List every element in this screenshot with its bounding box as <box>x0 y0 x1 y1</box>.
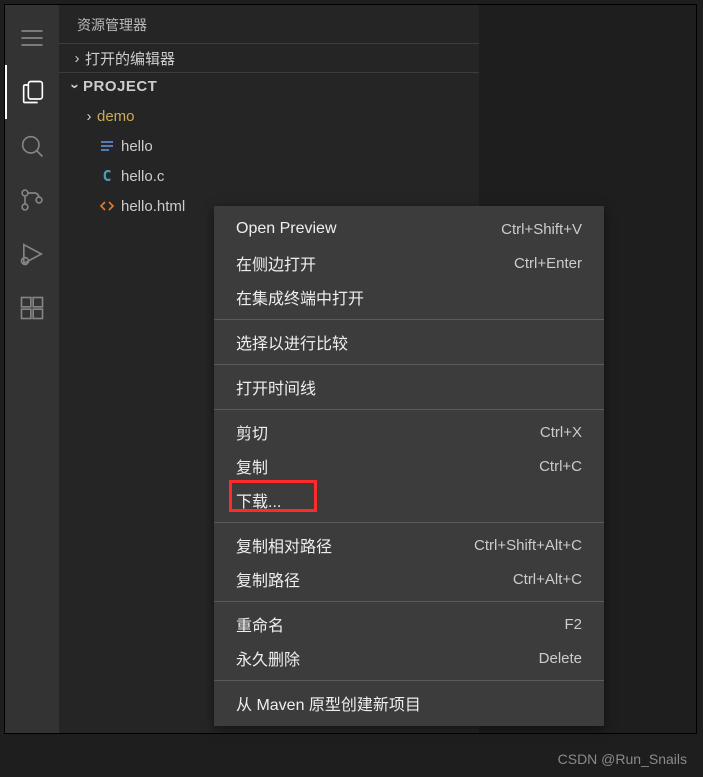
context-menu-item[interactable]: 复制 Ctrl+C <box>214 449 604 483</box>
context-menu-label: 复制 <box>236 454 268 478</box>
source-control-icon[interactable] <box>5 173 59 227</box>
context-menu-shortcut: Ctrl+Enter <box>514 255 582 272</box>
context-menu-item[interactable]: 从 Maven 原型创建新项目 <box>214 686 604 720</box>
context-menu-item[interactable]: 打开时间线 <box>214 370 604 404</box>
context-menu-label: Open Preview <box>236 220 337 238</box>
text-file-icon <box>97 138 117 154</box>
context-menu-separator <box>214 522 604 523</box>
context-menu-label: 下载... <box>236 488 281 512</box>
context-menu: Open PreviewCtrl+Shift+V在侧边打开Ctrl+Enter在… <box>214 206 604 726</box>
context-menu-item[interactable]: 在侧边打开 Ctrl+Enter <box>214 246 604 280</box>
explorer-icon[interactable] <box>5 65 59 119</box>
chevron-right-icon: › <box>69 50 85 67</box>
explorer-title: 资源管理器 <box>77 15 147 35</box>
debug-icon[interactable] <box>5 227 59 281</box>
context-menu-item[interactable]: 永久删除 Delete <box>214 641 604 675</box>
context-menu-label: 从 Maven 原型创建新项目 <box>236 691 421 715</box>
context-menu-shortcut: F2 <box>564 616 582 633</box>
context-menu-shortcut: Ctrl+Alt+C <box>513 571 582 588</box>
project-label: PROJECT <box>83 78 157 95</box>
c-file-icon: C <box>97 167 117 185</box>
context-menu-item[interactable]: 下载... <box>214 483 604 517</box>
extensions-icon[interactable] <box>5 281 59 335</box>
context-menu-separator <box>214 364 604 365</box>
open-editors-label: 打开的编辑器 <box>85 48 175 69</box>
chevron-right-icon: › <box>81 108 97 125</box>
context-menu-shortcut: Delete <box>539 650 582 667</box>
activity-bar <box>5 5 59 733</box>
context-menu-label: 选择以进行比较 <box>236 330 348 354</box>
context-menu-separator <box>214 601 604 602</box>
context-menu-item[interactable]: 复制路径 Ctrl+Alt+C <box>214 562 604 596</box>
context-menu-label: 在侧边打开 <box>236 251 316 275</box>
context-menu-shortcut: Ctrl+Shift+V <box>501 221 582 238</box>
context-menu-item[interactable]: 重命名 F2 <box>214 607 604 641</box>
context-menu-separator <box>214 319 604 320</box>
context-menu-label: 剪切 <box>236 420 268 444</box>
context-menu-shortcut: Ctrl+X <box>540 424 582 441</box>
context-menu-item[interactable]: 复制相对路径 Ctrl+Shift+Alt+C <box>214 528 604 562</box>
context-menu-label: 复制相对路径 <box>236 533 332 557</box>
context-menu-label: 重命名 <box>236 612 284 636</box>
context-menu-item[interactable]: 在集成终端中打开 <box>214 280 604 314</box>
context-menu-label: 永久删除 <box>236 646 300 670</box>
context-menu-label: 打开时间线 <box>236 375 316 399</box>
context-menu-item[interactable]: 选择以进行比较 <box>214 325 604 359</box>
context-menu-item[interactable]: Open Preview Ctrl+Shift+V <box>214 212 604 246</box>
chevron-down-icon: › <box>67 78 84 94</box>
html-file-icon <box>97 198 117 214</box>
context-menu-shortcut: Ctrl+Shift+Alt+C <box>474 537 582 554</box>
context-menu-separator <box>214 680 604 681</box>
context-menu-item[interactable]: 剪切 Ctrl+X <box>214 415 604 449</box>
context-menu-label: 在集成终端中打开 <box>236 285 364 309</box>
context-menu-separator <box>214 409 604 410</box>
context-menu-label: 复制路径 <box>236 567 300 591</box>
search-icon[interactable] <box>5 119 59 173</box>
context-menu-shortcut: Ctrl+C <box>539 458 582 475</box>
watermark: CSDN @Run_Snails <box>558 751 687 767</box>
menu-icon[interactable] <box>5 11 59 65</box>
